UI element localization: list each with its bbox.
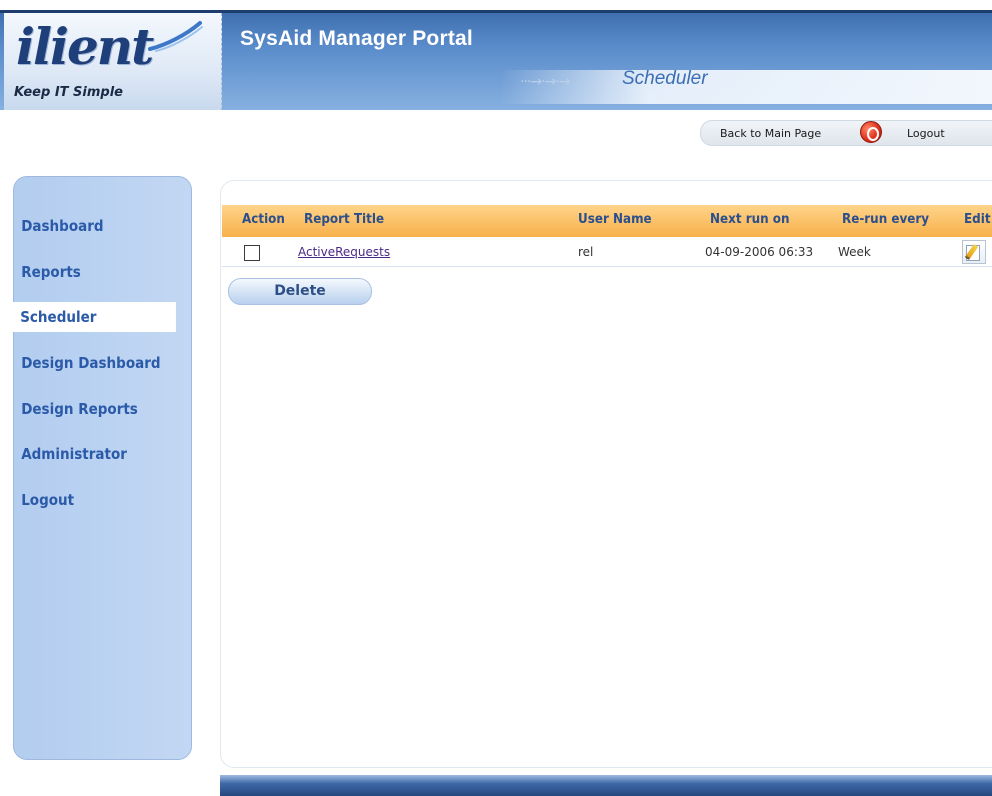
logo-swoosh-icon <box>148 21 203 52</box>
sidebar-item-design-reports[interactable]: Design Reports <box>14 394 175 424</box>
logo-tagline: Keep IT Simple <box>14 85 124 100</box>
row-divider <box>222 266 992 267</box>
sidebar-item-design-dashboard[interactable]: Design Dashboard <box>14 348 175 378</box>
sidebar-item-dashboard[interactable]: Dashboard <box>14 211 175 241</box>
report-title-link[interactable]: ActiveRequests <box>298 245 390 259</box>
sidebar-item-administrator[interactable]: Administrator <box>14 439 175 469</box>
column-header-action: Action <box>242 212 285 227</box>
header-banner: ilient Keep IT Simple SysAid Manager Por… <box>0 10 992 110</box>
logo-wordmark: ilient <box>16 17 154 76</box>
rerun-cell: Week <box>838 245 871 259</box>
row-select-checkbox[interactable] <box>244 245 260 261</box>
back-to-main-link[interactable]: Back to Main Page <box>720 127 821 140</box>
edit-pencil-icon[interactable] <box>962 240 986 264</box>
column-header-next-run[interactable]: Next run on <box>710 212 790 227</box>
sidebar-item-logout[interactable]: Logout <box>14 485 175 515</box>
content-panel <box>220 180 992 768</box>
portal-title: SysAid Manager Portal <box>240 27 473 50</box>
breadcrumb-arrows-icon: ···→·→·→ <box>520 74 570 90</box>
next-run-cell: 04-09-2006 06:33 <box>705 245 814 259</box>
footer-bar <box>220 775 992 796</box>
subtitle-band <box>500 70 992 104</box>
column-header-report-title[interactable]: Report Title <box>304 212 384 227</box>
column-header-edit: Edit <box>964 212 991 227</box>
power-icon[interactable] <box>860 121 882 143</box>
column-header-rerun[interactable]: Re-run every <box>842 212 929 227</box>
sidebar-item-reports[interactable]: Reports <box>14 257 175 287</box>
delete-button[interactable]: Delete <box>228 278 372 305</box>
logout-link[interactable]: Logout <box>907 127 945 140</box>
sidebar: Dashboard Reports Scheduler Design Dashb… <box>13 176 192 760</box>
report-title-cell: ActiveRequests <box>298 245 390 259</box>
user-name-cell: rel <box>578 245 594 259</box>
column-header-user-name[interactable]: User Name <box>578 212 652 227</box>
sidebar-item-scheduler[interactable]: Scheduler <box>13 302 176 332</box>
page-title: Scheduler <box>622 68 708 89</box>
logo[interactable]: ilient Keep IT Simple <box>4 13 222 110</box>
